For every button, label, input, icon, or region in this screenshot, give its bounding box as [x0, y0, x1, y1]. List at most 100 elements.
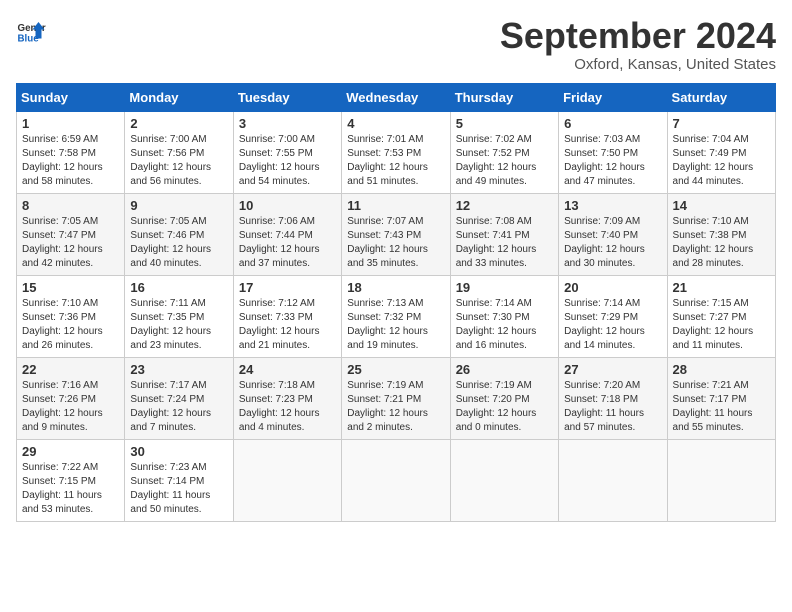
- month-title: September 2024: [500, 16, 776, 56]
- day-number: 26: [456, 362, 553, 377]
- calendar-cell: 9 Sunrise: 7:05 AMSunset: 7:46 PMDayligh…: [125, 193, 233, 275]
- day-info: Sunrise: 7:17 AMSunset: 7:24 PMDaylight:…: [130, 380, 211, 433]
- column-header-sunday: Sunday: [17, 83, 125, 111]
- calendar-cell: 23 Sunrise: 7:17 AMSunset: 7:24 PMDaylig…: [125, 357, 233, 439]
- logo-icon: General Blue: [16, 16, 46, 46]
- day-info: Sunrise: 7:03 AMSunset: 7:50 PMDaylight:…: [564, 134, 645, 187]
- day-number: 23: [130, 362, 227, 377]
- day-info: Sunrise: 7:05 AMSunset: 7:46 PMDaylight:…: [130, 216, 211, 269]
- day-number: 12: [456, 198, 553, 213]
- day-number: 19: [456, 280, 553, 295]
- calendar-cell: [342, 439, 450, 521]
- calendar-cell: 14 Sunrise: 7:10 AMSunset: 7:38 PMDaylig…: [667, 193, 775, 275]
- day-number: 2: [130, 116, 227, 131]
- day-info: Sunrise: 7:15 AMSunset: 7:27 PMDaylight:…: [673, 298, 754, 351]
- day-info: Sunrise: 7:04 AMSunset: 7:49 PMDaylight:…: [673, 134, 754, 187]
- day-info: Sunrise: 7:05 AMSunset: 7:47 PMDaylight:…: [22, 216, 103, 269]
- page-header: General Blue September 2024 Oxford, Kans…: [16, 16, 776, 73]
- calendar-cell: 11 Sunrise: 7:07 AMSunset: 7:43 PMDaylig…: [342, 193, 450, 275]
- day-info: Sunrise: 7:14 AMSunset: 7:29 PMDaylight:…: [564, 298, 645, 351]
- calendar-cell: 19 Sunrise: 7:14 AMSunset: 7:30 PMDaylig…: [450, 275, 558, 357]
- calendar-cell: 13 Sunrise: 7:09 AMSunset: 7:40 PMDaylig…: [559, 193, 667, 275]
- day-info: Sunrise: 7:02 AMSunset: 7:52 PMDaylight:…: [456, 134, 537, 187]
- day-number: 6: [564, 116, 661, 131]
- calendar-cell: 30 Sunrise: 7:23 AMSunset: 7:14 PMDaylig…: [125, 439, 233, 521]
- column-header-tuesday: Tuesday: [233, 83, 341, 111]
- day-info: Sunrise: 7:16 AMSunset: 7:26 PMDaylight:…: [22, 380, 103, 433]
- day-info: Sunrise: 7:19 AMSunset: 7:21 PMDaylight:…: [347, 380, 428, 433]
- day-info: Sunrise: 7:08 AMSunset: 7:41 PMDaylight:…: [456, 216, 537, 269]
- calendar-cell: 25 Sunrise: 7:19 AMSunset: 7:21 PMDaylig…: [342, 357, 450, 439]
- day-info: Sunrise: 7:00 AMSunset: 7:55 PMDaylight:…: [239, 134, 320, 187]
- day-number: 4: [347, 116, 444, 131]
- calendar-cell: 20 Sunrise: 7:14 AMSunset: 7:29 PMDaylig…: [559, 275, 667, 357]
- calendar-cell: 22 Sunrise: 7:16 AMSunset: 7:26 PMDaylig…: [17, 357, 125, 439]
- day-info: Sunrise: 7:09 AMSunset: 7:40 PMDaylight:…: [564, 216, 645, 269]
- day-info: Sunrise: 7:23 AMSunset: 7:14 PMDaylight:…: [130, 462, 210, 515]
- day-info: Sunrise: 7:01 AMSunset: 7:53 PMDaylight:…: [347, 134, 428, 187]
- day-number: 5: [456, 116, 553, 131]
- day-info: Sunrise: 7:21 AMSunset: 7:17 PMDaylight:…: [673, 380, 753, 433]
- day-info: Sunrise: 7:18 AMSunset: 7:23 PMDaylight:…: [239, 380, 320, 433]
- calendar-cell: 18 Sunrise: 7:13 AMSunset: 7:32 PMDaylig…: [342, 275, 450, 357]
- calendar-cell: 6 Sunrise: 7:03 AMSunset: 7:50 PMDayligh…: [559, 111, 667, 193]
- day-number: 16: [130, 280, 227, 295]
- day-number: 9: [130, 198, 227, 213]
- calendar-cell: 28 Sunrise: 7:21 AMSunset: 7:17 PMDaylig…: [667, 357, 775, 439]
- calendar-cell: [559, 439, 667, 521]
- calendar-cell: 27 Sunrise: 7:20 AMSunset: 7:18 PMDaylig…: [559, 357, 667, 439]
- calendar-cell: 3 Sunrise: 7:00 AMSunset: 7:55 PMDayligh…: [233, 111, 341, 193]
- column-header-friday: Friday: [559, 83, 667, 111]
- day-number: 3: [239, 116, 336, 131]
- day-number: 30: [130, 444, 227, 459]
- calendar-cell: 21 Sunrise: 7:15 AMSunset: 7:27 PMDaylig…: [667, 275, 775, 357]
- day-info: Sunrise: 7:12 AMSunset: 7:33 PMDaylight:…: [239, 298, 320, 351]
- column-header-thursday: Thursday: [450, 83, 558, 111]
- day-number: 14: [673, 198, 770, 213]
- day-number: 7: [673, 116, 770, 131]
- calendar-cell: 7 Sunrise: 7:04 AMSunset: 7:49 PMDayligh…: [667, 111, 775, 193]
- day-info: Sunrise: 7:20 AMSunset: 7:18 PMDaylight:…: [564, 380, 644, 433]
- day-number: 29: [22, 444, 119, 459]
- day-number: 20: [564, 280, 661, 295]
- column-header-saturday: Saturday: [667, 83, 775, 111]
- calendar-cell: 29 Sunrise: 7:22 AMSunset: 7:15 PMDaylig…: [17, 439, 125, 521]
- day-info: Sunrise: 7:13 AMSunset: 7:32 PMDaylight:…: [347, 298, 428, 351]
- day-info: Sunrise: 7:10 AMSunset: 7:38 PMDaylight:…: [673, 216, 754, 269]
- day-number: 10: [239, 198, 336, 213]
- calendar-cell: 1 Sunrise: 6:59 AMSunset: 7:58 PMDayligh…: [17, 111, 125, 193]
- day-number: 15: [22, 280, 119, 295]
- calendar-cell: 4 Sunrise: 7:01 AMSunset: 7:53 PMDayligh…: [342, 111, 450, 193]
- day-info: Sunrise: 7:07 AMSunset: 7:43 PMDaylight:…: [347, 216, 428, 269]
- day-number: 17: [239, 280, 336, 295]
- calendar-cell: 17 Sunrise: 7:12 AMSunset: 7:33 PMDaylig…: [233, 275, 341, 357]
- day-info: Sunrise: 7:10 AMSunset: 7:36 PMDaylight:…: [22, 298, 103, 351]
- day-number: 21: [673, 280, 770, 295]
- calendar-cell: 10 Sunrise: 7:06 AMSunset: 7:44 PMDaylig…: [233, 193, 341, 275]
- calendar-cell: 12 Sunrise: 7:08 AMSunset: 7:41 PMDaylig…: [450, 193, 558, 275]
- day-number: 22: [22, 362, 119, 377]
- calendar-cell: 8 Sunrise: 7:05 AMSunset: 7:47 PMDayligh…: [17, 193, 125, 275]
- calendar-cell: [667, 439, 775, 521]
- calendar-table: SundayMondayTuesdayWednesdayThursdayFrid…: [16, 83, 776, 522]
- day-number: 27: [564, 362, 661, 377]
- calendar-cell: 15 Sunrise: 7:10 AMSunset: 7:36 PMDaylig…: [17, 275, 125, 357]
- day-info: Sunrise: 7:11 AMSunset: 7:35 PMDaylight:…: [130, 298, 211, 351]
- logo: General Blue: [16, 16, 46, 46]
- calendar-cell: 16 Sunrise: 7:11 AMSunset: 7:35 PMDaylig…: [125, 275, 233, 357]
- title-area: September 2024 Oxford, Kansas, United St…: [500, 16, 776, 73]
- calendar-cell: [450, 439, 558, 521]
- calendar-cell: 2 Sunrise: 7:00 AMSunset: 7:56 PMDayligh…: [125, 111, 233, 193]
- day-number: 18: [347, 280, 444, 295]
- day-info: Sunrise: 7:06 AMSunset: 7:44 PMDaylight:…: [239, 216, 320, 269]
- day-number: 11: [347, 198, 444, 213]
- column-header-wednesday: Wednesday: [342, 83, 450, 111]
- day-number: 13: [564, 198, 661, 213]
- day-number: 28: [673, 362, 770, 377]
- calendar-cell: 26 Sunrise: 7:19 AMSunset: 7:20 PMDaylig…: [450, 357, 558, 439]
- day-info: Sunrise: 7:19 AMSunset: 7:20 PMDaylight:…: [456, 380, 537, 433]
- day-number: 24: [239, 362, 336, 377]
- column-header-monday: Monday: [125, 83, 233, 111]
- calendar-cell: 24 Sunrise: 7:18 AMSunset: 7:23 PMDaylig…: [233, 357, 341, 439]
- day-number: 1: [22, 116, 119, 131]
